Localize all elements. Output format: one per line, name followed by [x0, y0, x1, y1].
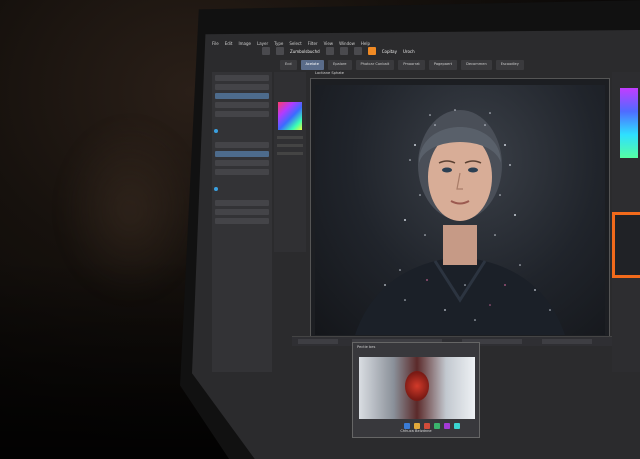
preview-image: [359, 357, 475, 419]
document-canvas[interactable]: Loctiane Sphate: [310, 71, 610, 340]
taskbar-app-icon[interactable]: [414, 423, 420, 429]
taskbar-app-icon[interactable]: [434, 423, 440, 429]
tool-icon[interactable]: [276, 47, 284, 55]
layer-row[interactable]: [215, 111, 269, 117]
taskbar-app-icon[interactable]: [404, 423, 410, 429]
workspace-tabs: Ecd Acelote Epalore Photcar Conbait Pmoo…: [280, 60, 640, 70]
thumbnail-selected[interactable]: [612, 212, 640, 278]
status-segment: [542, 339, 592, 344]
tool-icon[interactable]: [325, 47, 334, 55]
menu-item-image[interactable]: Image: [238, 41, 251, 46]
heart-graphic: [405, 371, 429, 401]
monitor-screen: File Edit Image Layer Type Select Filter…: [192, 30, 640, 459]
taskbar-app-icon[interactable]: [444, 423, 450, 429]
options-toolbar: Zumbolsbuchd Copitay Uroch: [262, 42, 640, 60]
taskbar-app-icon[interactable]: [454, 423, 460, 429]
tool-icon[interactable]: [262, 47, 270, 55]
visibility-icon[interactable]: [214, 187, 218, 191]
layer-row-selected[interactable]: [215, 93, 269, 99]
color-picker-swatch[interactable]: [278, 102, 302, 130]
menu-item-edit[interactable]: Edit: [225, 41, 233, 46]
layer-row[interactable]: [215, 200, 269, 206]
taskbar-app-icon[interactable]: [424, 423, 430, 429]
tab-0[interactable]: Ecd: [280, 60, 297, 70]
panel-divider: [277, 152, 303, 155]
layer-row[interactable]: [215, 169, 269, 175]
layer-row[interactable]: [215, 75, 269, 81]
layer-row[interactable]: [215, 160, 269, 166]
panel-divider: [277, 136, 303, 139]
status-segment: [298, 339, 338, 344]
tool-icon[interactable]: [339, 47, 348, 55]
tab-2[interactable]: Epalore: [327, 60, 352, 70]
tab-7[interactable]: Escoodley: [495, 60, 524, 70]
layer-row[interactable]: [215, 218, 269, 224]
menu-item-file[interactable]: File: [212, 41, 219, 46]
tab-6[interactable]: Decommen: [461, 60, 492, 70]
taskbar: [404, 420, 534, 432]
layer-row[interactable]: [215, 102, 269, 108]
tool-icon[interactable]: [353, 47, 362, 55]
toolbar-right-label: Copitay: [381, 48, 397, 54]
tab-3[interactable]: Photcar Conbait: [355, 60, 395, 70]
portrait-image: [315, 85, 605, 335]
layers-panel: [212, 72, 272, 372]
tab-4[interactable]: Pmoorrat: [398, 60, 425, 70]
gradient-swatch[interactable]: [620, 88, 638, 158]
visibility-icon[interactable]: [214, 129, 218, 133]
layer-row[interactable]: [215, 209, 269, 215]
tab-1[interactable]: Acelote: [300, 60, 324, 70]
portrait-illustration: [355, 109, 565, 335]
layer-row[interactable]: [215, 142, 269, 148]
highlight-icon[interactable]: [367, 47, 376, 55]
toolbar-right-label-2: Uroch: [402, 48, 415, 54]
document-label: Zumbolsbuchd: [290, 48, 320, 54]
layer-row-selected[interactable]: [215, 151, 269, 157]
layer-row[interactable]: [215, 84, 269, 90]
panel-divider: [277, 144, 303, 147]
canvas-title: Loctiane Sphate: [315, 71, 345, 75]
tab-5[interactable]: Pagepaert: [428, 60, 458, 70]
preview-title: Pectie bes: [357, 345, 376, 349]
color-panel: [274, 72, 306, 252]
